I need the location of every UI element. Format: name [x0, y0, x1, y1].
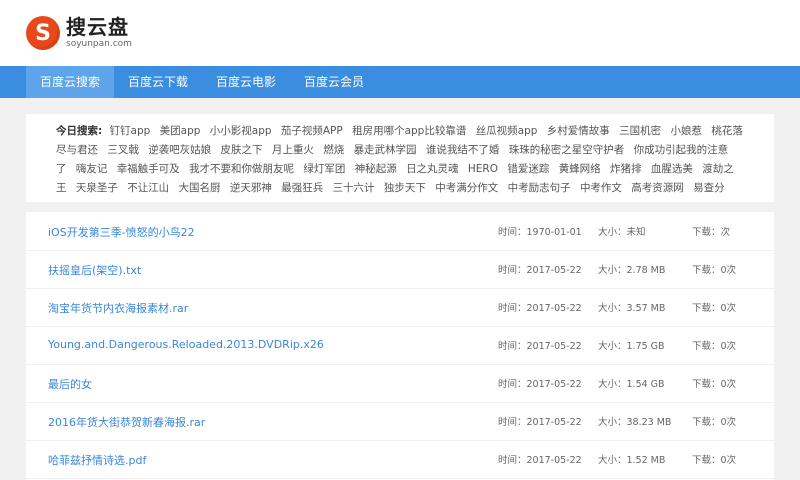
hot-search-link[interactable]: 小娘惹: [670, 125, 702, 137]
hot-search-link[interactable]: 天泉圣子: [76, 182, 118, 194]
file-size: 大小：2.78 MB: [598, 265, 666, 276]
file-row: 哈菲兹抒情诗选.pdf 时间：2017-05-22 大小：1.52 MB 下载：0次: [26, 440, 774, 479]
hot-search-link[interactable]: 美团app: [160, 125, 201, 137]
file-row: 扶摇皇后(架空).txt 时间：2017-05-22 大小：2.78 MB 下载：0次: [26, 250, 774, 289]
hot-search-link[interactable]: 中考励志句子: [508, 182, 571, 194]
logo-text: 搜云盘 soyunpan.com: [66, 17, 132, 49]
hot-search-link[interactable]: 谁说我结不了婚: [426, 144, 500, 156]
hot-search-link[interactable]: 暴走武林学园: [354, 144, 417, 156]
file-name-link[interactable]: iOS开发第三季-愤怒的小鸟22: [48, 224, 324, 240]
file-downloads: 下载：0次: [692, 455, 737, 466]
file-time: 时间：1970-01-01: [498, 227, 582, 238]
hot-search-list: 今日搜索: 钉钉app 美团app 小小影视app 茄子视频APP 租房用哪个a…: [56, 122, 744, 198]
hot-search-link[interactable]: 易查分: [693, 182, 725, 194]
main-nav: 百度云搜索 百度云下载 百度云电影 百度云会员: [0, 66, 800, 98]
hot-search-link[interactable]: 神秘起源: [355, 163, 397, 175]
hot-search-link[interactable]: 燃烧: [323, 144, 344, 156]
file-time: 时间：2017-05-22: [498, 303, 582, 314]
file-size: 大小：38.23 MB: [598, 417, 672, 428]
nav-item-2[interactable]: 百度云电影: [202, 66, 290, 98]
hot-search-link[interactable]: 错爱迷踪: [507, 163, 549, 175]
hot-search-link[interactable]: 嗨友记: [76, 163, 108, 175]
file-name-link[interactable]: Young.and.Dangerous.Reloaded.2013.DVDRip…: [48, 338, 324, 351]
hot-search-link[interactable]: 不让江山: [127, 182, 169, 194]
file-downloads: 下载：0次: [692, 265, 737, 276]
file-size: 大小：3.57 MB: [598, 303, 666, 314]
file-row: iOS开发第三季-愤怒的小鸟22 时间：1970-01-01 大小：未知 下载：次: [26, 212, 774, 251]
site-header: S 搜云盘 soyunpan.com: [0, 0, 800, 66]
file-row: 淘宝年货节内衣海报素材.rar 时间：2017-05-22 大小：3.57 MB 下载…: [26, 288, 774, 327]
nav-item-0[interactable]: 百度云搜索: [26, 66, 115, 98]
hot-search-panel: 今日搜索: 钉钉app 美团app 小小影视app 茄子视频APP 租房用哪个a…: [26, 114, 774, 202]
file-downloads: 下载：0次: [692, 417, 737, 428]
file-size: 大小：1.52 MB: [598, 455, 666, 466]
hot-search-link[interactable]: 绿灯军团: [303, 163, 345, 175]
hot-search-link[interactable]: 炸猪排: [610, 163, 642, 175]
file-time: 时间：2017-05-22: [498, 379, 582, 390]
hot-search-link[interactable]: 幸福触手可及: [117, 163, 180, 175]
file-row: 2016年货大街恭贺新春海报.rar 时间：2017-05-22 大小：38.23 …: [26, 402, 774, 441]
file-row: Young.and.Dangerous.Reloaded.2013.DVDRip…: [26, 326, 774, 365]
file-time: 时间：2017-05-22: [498, 341, 582, 352]
logo-name: 搜云盘: [66, 15, 129, 39]
hot-search-link[interactable]: 大国名厨: [179, 182, 221, 194]
hot-search-link[interactable]: 珠珠的秘密之星空守护者: [509, 144, 625, 156]
hot-search-link[interactable]: 小小影视app: [210, 125, 272, 137]
file-size: 大小：1.75 GB: [598, 341, 665, 352]
file-time: 时间：2017-05-22: [498, 265, 582, 276]
file-size: 大小：1.54 GB: [598, 379, 665, 390]
file-downloads: 下载：0次: [692, 379, 737, 390]
hot-search-link[interactable]: 三十六计: [333, 182, 375, 194]
file-name-link[interactable]: 哈菲兹抒情诗选.pdf: [48, 452, 324, 468]
nav-item-3[interactable]: 百度云会员: [290, 66, 378, 98]
file-name-link[interactable]: 淘宝年货节内衣海报素材.rar: [48, 300, 324, 316]
file-downloads: 下载：次: [692, 227, 731, 238]
file-downloads: 下载：0次: [692, 341, 737, 352]
hot-search-link[interactable]: 乡村爱情故事: [547, 125, 610, 137]
file-time: 时间：2017-05-22: [498, 417, 582, 428]
logo-domain: soyunpan.com: [66, 39, 132, 49]
hot-search-link[interactable]: 逆天邪神: [230, 182, 272, 194]
site-logo[interactable]: S 搜云盘 soyunpan.com: [26, 12, 132, 54]
hot-search-link[interactable]: 三叉戟: [107, 144, 139, 156]
file-list: iOS开发第三季-愤怒的小鸟22 时间：1970-01-01 大小：未知 下载：次扶摇…: [26, 212, 774, 480]
hot-search-link[interactable]: 钉钉app: [110, 125, 151, 137]
hot-search-link[interactable]: 逆袭吧灰姑娘: [148, 144, 211, 156]
hot-search-link[interactable]: 茄子视频APP: [281, 125, 343, 137]
logo-icon: S: [26, 16, 60, 50]
file-row: 最后的女 时间：2017-05-22 大小：1.54 GB 下载：0次: [26, 364, 774, 403]
hot-search-link[interactable]: 我才不要和你做朋友呢: [189, 163, 294, 175]
file-name-link[interactable]: 最后的女: [48, 376, 324, 392]
file-downloads: 下载：0次: [692, 303, 737, 314]
file-time: 时间：2017-05-22: [498, 455, 582, 466]
hot-search-link[interactable]: HERO: [468, 163, 498, 175]
hot-search-link[interactable]: 高考资源网: [631, 182, 684, 194]
hot-search-link[interactable]: 月上重火: [272, 144, 314, 156]
hot-search-link[interactable]: 租房用哪个app比较靠谱: [352, 125, 466, 137]
hot-search-link[interactable]: 血腥选美: [651, 163, 693, 175]
hot-search-link[interactable]: 独步天下: [384, 182, 426, 194]
hot-search-link[interactable]: 最强狂兵: [281, 182, 323, 194]
hot-search-link[interactable]: 三国机密: [619, 125, 661, 137]
hot-search-link[interactable]: 中考满分作文: [435, 182, 498, 194]
nav-item-1[interactable]: 百度云下载: [114, 66, 202, 98]
file-size: 大小：未知: [598, 227, 646, 238]
file-name-link[interactable]: 2016年货大街恭贺新春海报.rar: [48, 414, 324, 430]
file-name-link[interactable]: 扶摇皇后(架空).txt: [48, 262, 324, 278]
hot-search-link[interactable]: 日之丸灵魂: [406, 163, 459, 175]
hot-search-title: 今日搜索:: [56, 125, 103, 137]
hot-search-link[interactable]: 黄蜂网络: [559, 163, 601, 175]
hot-search-link[interactable]: 皮肤之下: [221, 144, 263, 156]
nav-items: 百度云搜索 百度云下载 百度云电影 百度云会员: [26, 66, 378, 98]
hot-search-link[interactable]: 中考作文: [580, 182, 622, 194]
hot-search-link[interactable]: 丝瓜视频app: [476, 125, 538, 137]
